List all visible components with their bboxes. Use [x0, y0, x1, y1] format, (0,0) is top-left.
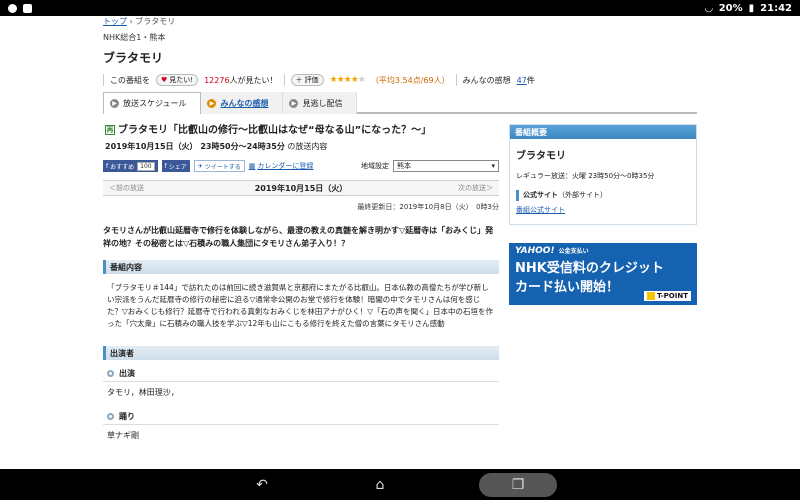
arrow-icon: ▶ [207, 98, 217, 108]
program-title: 再ブラタモリ「比叡山の修行〜比叡山はなぜ“母なる山”になった？〜」 [105, 125, 432, 136]
breadcrumb: トップ › ブラタモリ [103, 17, 176, 26]
app-icon [8, 3, 17, 13]
current-date: 2019年10月15日（火） [254, 183, 348, 193]
tab-impressions[interactable]: ▶ みんなの感想 [201, 92, 284, 114]
clock: 21:42 [760, 2, 792, 14]
calendar-link[interactable]: ▦ カレンダーに登録 [249, 161, 314, 171]
ad-line-1: NHK受信料のクレジット [515, 261, 664, 276]
yahoo-logo: YAHOO! 公金支払い [515, 246, 589, 256]
notification-icon [23, 3, 32, 13]
twitter-icon: ✈ [197, 162, 203, 170]
rating-average: （平均3.54点/69人） [370, 75, 450, 85]
regular-airtime: レギュラー放送：火曜 23時50分〜0時35分 [516, 172, 655, 180]
cast-list: タモリ，林田理沙， [107, 388, 179, 397]
region-select[interactable]: 熊本 ▾ [393, 160, 499, 172]
rerun-badge: 再 [105, 125, 115, 135]
region-setting: 地域設定 熊本 ▾ [361, 160, 499, 172]
home-icon: ⌂ [375, 476, 385, 493]
back-icon: ↶ [256, 476, 268, 493]
tab-missed[interactable]: ▶ 見逃し配信 [283, 92, 358, 114]
sidebar: 番組概要 ブラタモリ レギュラー放送：火曜 23時50分〜0時35分 公式サイト… [509, 124, 697, 305]
page-title: ブラタモリ [103, 51, 164, 65]
wifi-icon: ◡ [705, 2, 713, 14]
program-lead: タモリさんが比叡山延暦寺で修行を体験しながら、最澄の教えの真髄を解き明かす▽延暦… [103, 226, 494, 248]
prev-broadcast-link[interactable]: ＜前の放送 [103, 183, 150, 193]
home-button[interactable]: ⌂ [361, 473, 399, 497]
facebook-icon: f [106, 162, 109, 170]
back-button[interactable]: ↶ [243, 473, 281, 497]
recent-apps-button[interactable]: ❐ [479, 472, 557, 497]
official-site-label: 公式サイト（外部サイト） [516, 190, 690, 201]
social-row: f おすすめ 100 f シェア ✈ ツイートする ▦ カレンダーに登録 地域設定 熊本 ▾ [103, 160, 499, 172]
arrow-icon: ▶ [289, 98, 299, 108]
facebook-icon: f [164, 162, 167, 170]
channel-label: NHK総合1・熊本 [103, 33, 166, 42]
main-column: 再ブラタモリ「比叡山の修行〜比叡山はなぜ“母なる山”になった？〜」 2019年1… [103, 124, 499, 446]
stats-row: この番組を ♥ 見たい! 12276人が見たい！ ＋評価 ★★★★★ （平均3.5… [103, 73, 700, 87]
official-site-link[interactable]: 番組公式サイト [516, 206, 565, 214]
want-prefix: この番組を [110, 75, 150, 85]
tab-schedule[interactable]: ▶ 放送スケジュール [103, 92, 202, 114]
breadcrumb-current: ブラタモリ [135, 17, 176, 26]
overview-title: ブラタモリ [516, 151, 566, 162]
date-nav: ＜前の放送 2019年10月15日（火） 次の放送＞ [103, 180, 499, 196]
facebook-recommend-button[interactable]: f おすすめ 100 [103, 160, 158, 172]
dance-list: 草ナギ剛 [107, 431, 139, 440]
want-count: 12276 [204, 75, 230, 85]
plus-icon: ＋ [295, 76, 303, 84]
heart-icon: ♥ [161, 76, 168, 84]
battery-level: 20% [718, 2, 743, 14]
ad-banner[interactable]: YAHOO! 公金支払い NHK受信料のクレジット カード払い開始！ T-POIN… [509, 243, 697, 305]
battery-icon: ▮ [748, 2, 755, 14]
airtime: 2019年10月15日（火） 23時50分〜24時35分 の放送内容 [105, 142, 328, 151]
impressions-label: みんなの感想 [462, 75, 511, 85]
recent-apps-icon: ❐ [511, 476, 525, 493]
status-bar: ◡ 20% ▮ 21:42 [0, 0, 800, 16]
bullet-icon [107, 413, 114, 420]
rating-stars: ★★★★★ [329, 75, 366, 85]
tab-bar: ▶ 放送スケジュール ▶ みんなの感想 ▶ 見逃し配信 [103, 92, 697, 114]
cast-subheading: 出演 [103, 366, 499, 382]
tpoint-logo: T-POINT [644, 291, 691, 301]
page-content: トップ › ブラタモリ NHK総合1・熊本 ブラタモリ この番組を ♥ 見たい! … [103, 16, 700, 469]
cast-heading: 出演者 [103, 346, 499, 360]
next-broadcast-link[interactable]: 次の放送＞ [452, 183, 499, 193]
rate-button[interactable]: ＋評価 [290, 74, 324, 86]
content-heading: 番組内容 [103, 260, 499, 274]
content-text: 「ブラタモリ＃144」で訪れたのは前回に続き滋賀県と京都府にまたがる比叡山。日本… [107, 283, 494, 328]
android-nav-bar: ↶ ⌂ ❐ [0, 469, 800, 500]
calendar-icon: ▦ [248, 162, 256, 170]
breadcrumb-home[interactable]: トップ [103, 17, 127, 26]
bullet-icon [107, 370, 114, 377]
facebook-share-button[interactable]: f シェア [161, 160, 190, 172]
last-updated: 最終更新日：2019年10月8日（火） 0時3分 [357, 203, 499, 211]
chevron-down-icon: ▾ [491, 162, 495, 170]
overview-heading: 番組概要 [510, 125, 696, 139]
overview-box: 番組概要 ブラタモリ レギュラー放送：火曜 23時50分〜0時35分 公式サイト… [509, 124, 697, 225]
want-button[interactable]: ♥ 見たい! [156, 74, 199, 86]
impressions-count[interactable]: 47 [517, 76, 527, 85]
dance-subheading: 踊り [103, 409, 499, 425]
tweet-button[interactable]: ✈ ツイートする [193, 160, 245, 172]
arrow-icon: ▶ [110, 99, 119, 108]
tpoint-icon [647, 292, 656, 300]
